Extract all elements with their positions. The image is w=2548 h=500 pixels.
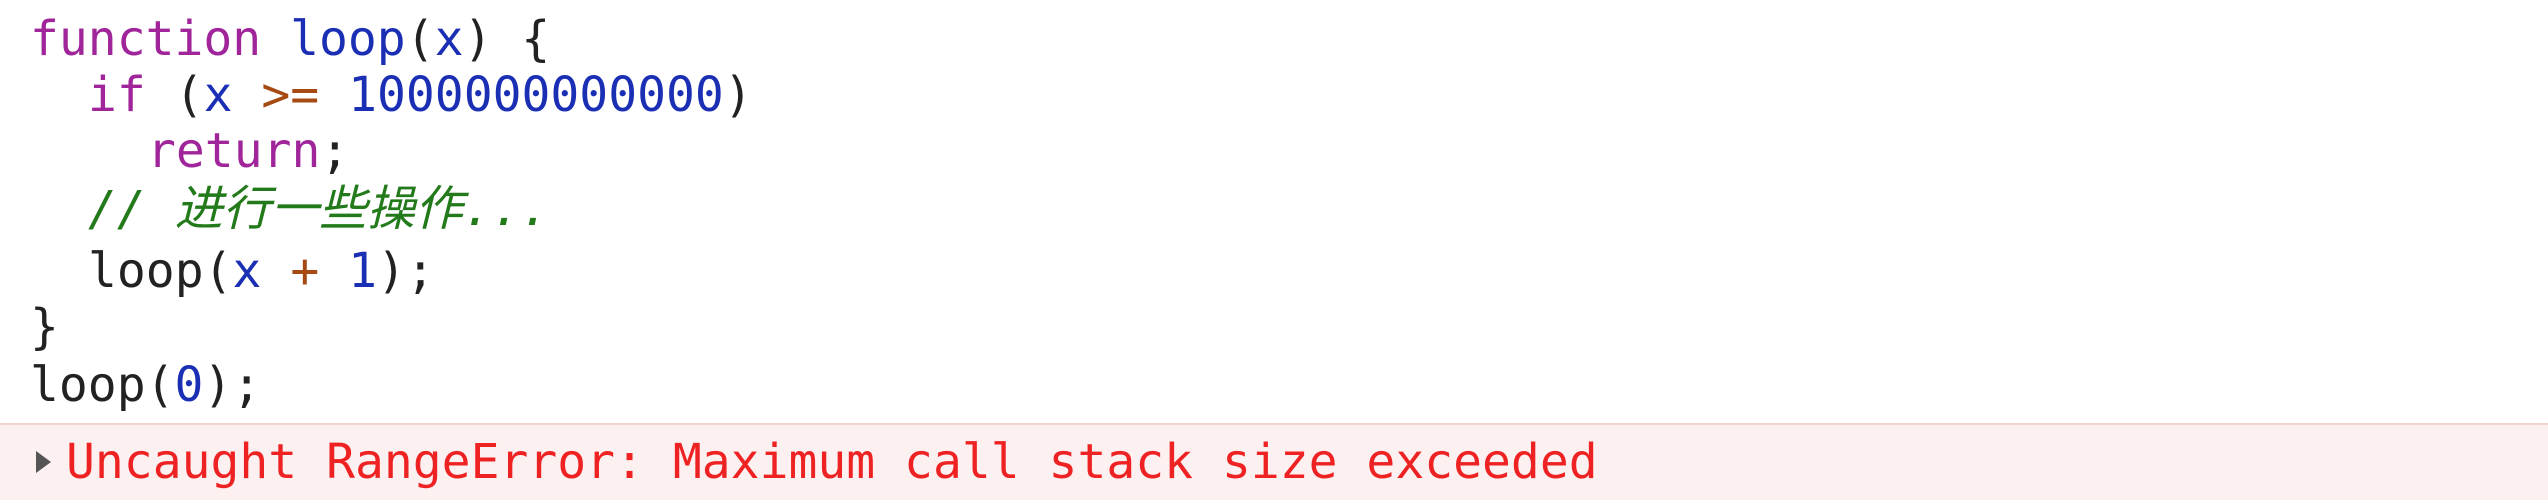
number-literal: 1	[348, 243, 378, 299]
variable-x: x	[203, 67, 233, 123]
number-literal: 1000000000000	[348, 67, 724, 123]
recursive-call: loop(	[88, 243, 233, 299]
code-line-2: if (x >= 1000000000000)	[30, 66, 753, 124]
operator-plus: +	[290, 243, 320, 299]
console-error-message[interactable]: Uncaught RangeError: Maximum call stack …	[0, 423, 2548, 500]
call-close: );	[377, 243, 435, 299]
variable-x: x	[232, 243, 262, 299]
if-open-paren: (	[145, 67, 204, 123]
code-line-1: function loop(x) {	[30, 10, 550, 68]
keyword-if: if	[88, 67, 146, 123]
open-paren: (	[405, 11, 435, 67]
code-line-7: loop(0);	[30, 356, 261, 414]
closing-brace: }	[30, 299, 59, 355]
operator-gte: >=	[261, 67, 320, 123]
console-code-input: function loop(x) { if (x >= 100000000000…	[30, 0, 2530, 420]
if-close-paren: )	[723, 67, 753, 123]
keyword-return: return	[147, 123, 321, 179]
code-line-6: }	[30, 298, 59, 356]
function-close-brace: ) {	[463, 11, 551, 67]
semicolon: ;	[320, 123, 350, 179]
number-literal: 0	[174, 357, 204, 413]
devtools-console: function loop(x) { if (x >= 100000000000…	[0, 0, 2548, 500]
code-line-3: return;	[30, 122, 349, 180]
parameter-x: x	[434, 11, 464, 67]
call-close: );	[203, 357, 262, 413]
initial-call: loop(	[30, 357, 175, 413]
error-message-text: Uncaught RangeError: Maximum call stack …	[66, 434, 1598, 490]
code-line-4: // 进行一些操作...	[30, 180, 549, 238]
code-comment: // 进行一些操作...	[88, 181, 550, 237]
keyword-function: function	[30, 11, 262, 67]
code-line-5: loop(x + 1);	[30, 242, 435, 300]
function-name: loop	[290, 11, 406, 67]
expand-triangle-icon[interactable]	[36, 451, 51, 473]
